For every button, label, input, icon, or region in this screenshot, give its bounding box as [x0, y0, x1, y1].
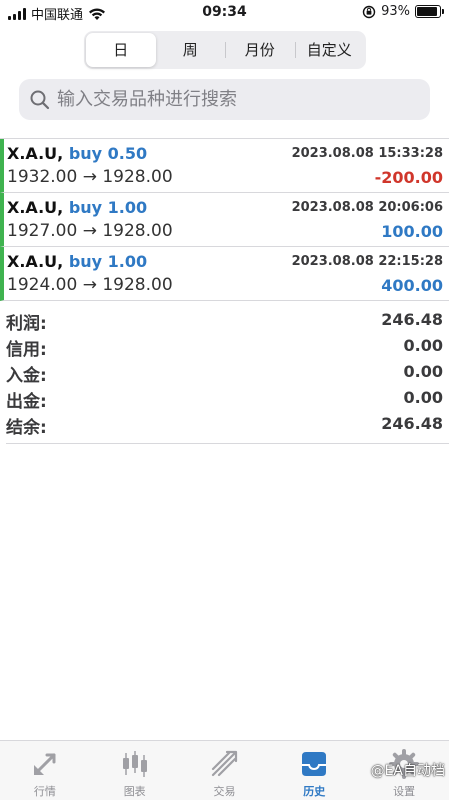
orientation-lock-icon	[362, 5, 376, 18]
tab-history[interactable]: 历史	[269, 741, 359, 800]
trade-icon	[212, 750, 238, 777]
tab-label: 行情	[33, 785, 56, 798]
trade-side: buy 0.50	[68, 144, 148, 163]
quotes-icon	[33, 753, 56, 775]
trade-symbol: X.A.U,	[7, 144, 64, 163]
summary-value: 246.48	[381, 310, 443, 329]
battery-level	[417, 7, 438, 16]
trade-symbol-line: X.A.U, buy 1.00	[7, 252, 147, 271]
trade-symbol: X.A.U,	[7, 198, 64, 217]
summary-value: 0.00	[403, 388, 443, 407]
summary-value: 246.48	[381, 414, 443, 433]
tab-label: 历史	[303, 785, 326, 798]
search-input[interactable]	[57, 89, 417, 110]
summary-profit-row: 利润: 246.48	[0, 309, 449, 335]
tab-label: 图表	[123, 785, 146, 798]
summary-label: 出金:	[6, 392, 47, 412]
summary-label: 入金:	[6, 366, 47, 386]
period-segmented-control: 日 周 月份 自定义	[84, 31, 366, 69]
trade-row[interactable]: X.A.U, buy 0.50 2023.08.08 15:33:28 1932…	[0, 139, 449, 193]
battery-icon	[415, 5, 444, 18]
trade-time: 2023.08.08 22:15:28	[291, 254, 443, 269]
battery-percent: 93%	[381, 4, 410, 19]
trade-side: buy 1.00	[68, 252, 148, 271]
account-summary: 利润: 246.48 信用: 0.00 入金: 0.00 出金: 0.00 结余…	[0, 309, 449, 439]
summary-balance-row: 结余: 246.48	[0, 413, 449, 439]
summary-value: 0.00	[403, 336, 443, 355]
watermark: @EA自动档	[370, 763, 445, 779]
trade-time: 2023.08.08 15:33:28	[291, 146, 443, 161]
trade-prices: 1924.00 → 1928.00	[7, 275, 173, 295]
trade-profit: 400.00	[381, 276, 443, 295]
trade-profit: -200.00	[374, 168, 443, 187]
trade-symbol: X.A.U,	[7, 252, 64, 271]
tab-custom[interactable]: 自定义	[294, 33, 365, 67]
tab-trade[interactable]: 交易	[180, 741, 270, 800]
trade-prices: 1927.00 → 1928.00	[7, 221, 173, 241]
tab-month[interactable]: 月份	[225, 33, 295, 67]
history-icon	[302, 752, 327, 776]
trade-side: buy 1.00	[68, 198, 148, 217]
summary-label: 信用:	[6, 340, 47, 360]
summary-withdrawal-row: 出金: 0.00	[0, 387, 449, 413]
trade-profit: 100.00	[381, 222, 443, 241]
status-right: 93%	[362, 4, 444, 19]
trade-prices: 1932.00 → 1928.00	[7, 167, 173, 187]
summary-label: 利润:	[6, 314, 47, 334]
tab-chart[interactable]: 图表	[90, 741, 180, 800]
tab-week[interactable]: 周	[156, 33, 226, 67]
status-bar: 中国联通 09:34 93%	[0, 0, 449, 26]
trade-symbol-line: X.A.U, buy 1.00	[7, 198, 147, 217]
tab-day[interactable]: 日	[86, 33, 156, 67]
trade-time: 2023.08.08 20:06:06	[291, 200, 443, 215]
trade-row[interactable]: X.A.U, buy 1.00 2023.08.08 22:15:28 1924…	[0, 247, 449, 301]
tab-label: 设置	[393, 785, 416, 798]
chart-icon	[122, 751, 147, 777]
trade-list: X.A.U, buy 0.50 2023.08.08 15:33:28 1932…	[0, 139, 449, 301]
trade-symbol-line: X.A.U, buy 0.50	[7, 144, 147, 163]
trade-row[interactable]: X.A.U, buy 1.00 2023.08.08 20:06:06 1927…	[0, 193, 449, 247]
search-icon	[30, 90, 50, 109]
search-bar[interactable]	[19, 79, 430, 120]
tab-label: 交易	[213, 785, 236, 798]
summary-credit-row: 信用: 0.00	[0, 335, 449, 361]
summary-value: 0.00	[403, 362, 443, 381]
summary-deposit-row: 入金: 0.00	[0, 361, 449, 387]
tab-quotes[interactable]: 行情	[0, 741, 90, 800]
divider	[6, 443, 449, 444]
summary-label: 结余:	[6, 418, 47, 438]
